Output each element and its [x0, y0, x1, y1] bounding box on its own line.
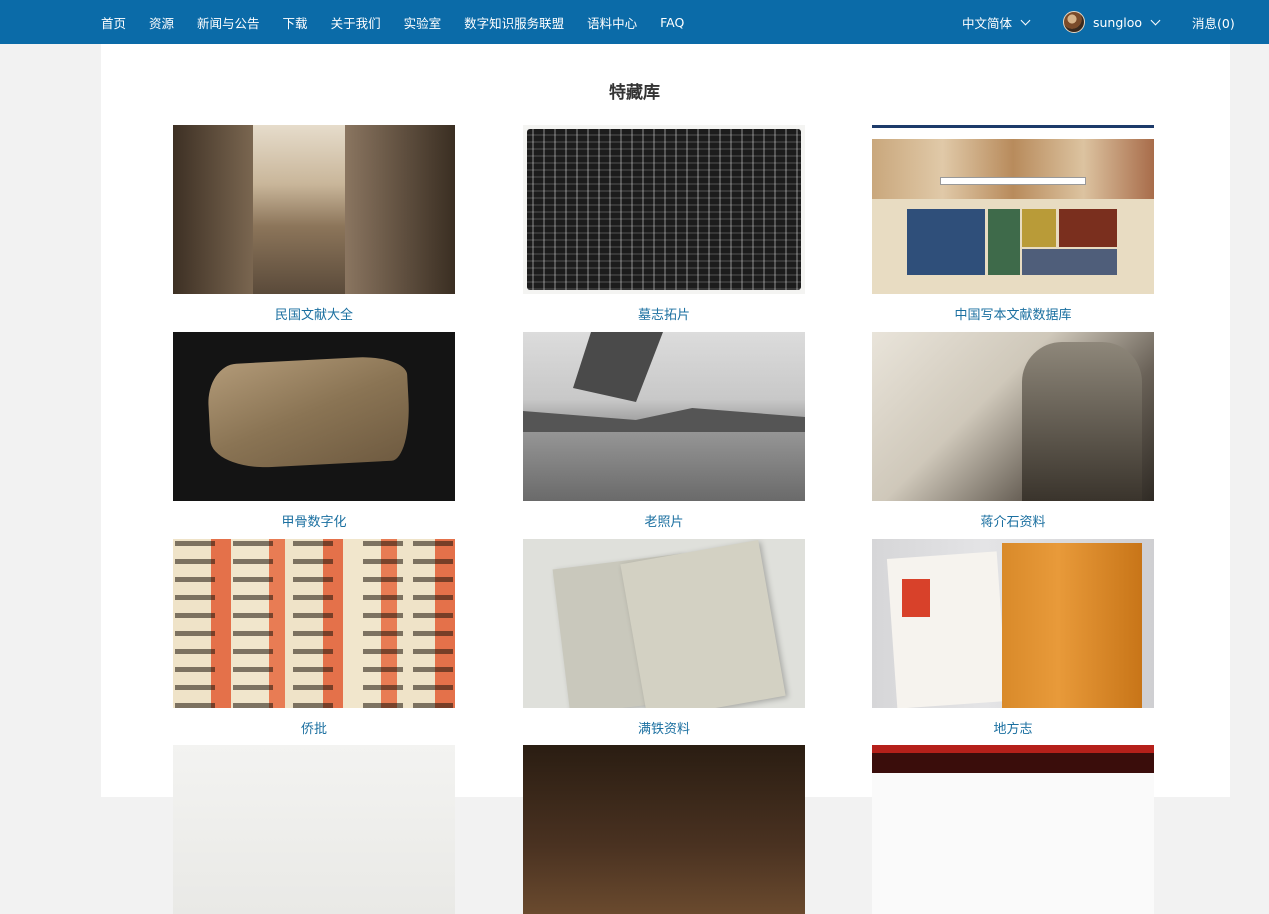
collection-thumbnail[interactable]: [173, 539, 455, 708]
collection-caption[interactable]: 蒋介石资料: [872, 511, 1154, 530]
avatar: [1063, 11, 1085, 33]
collection-card[interactable]: 墓志拓片: [523, 125, 805, 323]
nav-home[interactable]: 首页: [101, 13, 126, 32]
collection-card[interactable]: 民国文献大全: [173, 125, 455, 323]
collection-card[interactable]: 侨批: [173, 539, 455, 737]
messages-link[interactable]: 消息(0): [1192, 0, 1235, 44]
collection-thumbnail[interactable]: [173, 125, 455, 294]
collection-thumbnail[interactable]: [872, 332, 1154, 501]
username-label: sungloo: [1093, 14, 1143, 30]
collection-caption[interactable]: 满铁资料: [523, 718, 805, 737]
collection-caption[interactable]: 墓志拓片: [523, 304, 805, 323]
main-nav: 首页 资源 新闻与公告 下载 关于我们 实验室 数字知识服务联盟 语料中心 FA…: [101, 0, 707, 44]
collection-card[interactable]: [523, 745, 805, 914]
collection-caption[interactable]: 民国文献大全: [173, 304, 455, 323]
nav-news[interactable]: 新闻与公告: [197, 13, 260, 32]
nav-faq[interactable]: FAQ: [660, 15, 684, 30]
nav-alliance[interactable]: 数字知识服务联盟: [464, 13, 564, 32]
collection-thumbnail[interactable]: [523, 745, 805, 914]
collection-caption[interactable]: 地方志: [872, 718, 1154, 737]
page-title: 特藏库: [609, 83, 660, 103]
nav-corpus[interactable]: 语料中心: [587, 13, 637, 32]
collection-thumbnail[interactable]: [173, 332, 455, 501]
collection-thumbnail[interactable]: [872, 539, 1154, 708]
collection-thumbnail[interactable]: [523, 125, 805, 294]
nav-resources[interactable]: 资源: [149, 13, 174, 32]
collection-thumbnail[interactable]: [523, 332, 805, 501]
language-label: 中文简体: [962, 15, 1013, 31]
user-menu[interactable]: sungloo: [1063, 0, 1161, 44]
collection-thumbnail[interactable]: [872, 745, 1154, 914]
collection-card[interactable]: 满铁资料: [523, 539, 805, 737]
collection-card[interactable]: 蒋介石资料: [872, 332, 1154, 530]
collection-card[interactable]: 地方志: [872, 539, 1154, 737]
chevron-down-icon: [1150, 15, 1161, 25]
nav-lab[interactable]: 实验室: [404, 13, 442, 32]
collection-card[interactable]: 中国写本文献数据库: [872, 125, 1154, 323]
collection-thumbnail[interactable]: [173, 745, 455, 914]
collection-thumbnail[interactable]: [872, 125, 1154, 294]
chevron-down-icon: [1020, 15, 1031, 25]
collection-card[interactable]: [872, 745, 1154, 914]
collection-caption[interactable]: 老照片: [523, 511, 805, 530]
language-selector[interactable]: 中文简体: [962, 0, 1031, 44]
collection-card[interactable]: [173, 745, 455, 914]
top-navigation-bar: 首页 资源 新闻与公告 下载 关于我们 实验室 数字知识服务联盟 语料中心 FA…: [0, 0, 1269, 44]
collection-card[interactable]: 甲骨数字化: [173, 332, 455, 530]
collection-caption[interactable]: 中国写本文献数据库: [872, 304, 1154, 323]
nav-about[interactable]: 关于我们: [331, 13, 381, 32]
nav-download[interactable]: 下载: [283, 13, 308, 32]
collection-caption[interactable]: 甲骨数字化: [173, 511, 455, 530]
collection-card[interactable]: 老照片: [523, 332, 805, 530]
collection-thumbnail[interactable]: [523, 539, 805, 708]
collection-caption[interactable]: 侨批: [173, 718, 455, 737]
